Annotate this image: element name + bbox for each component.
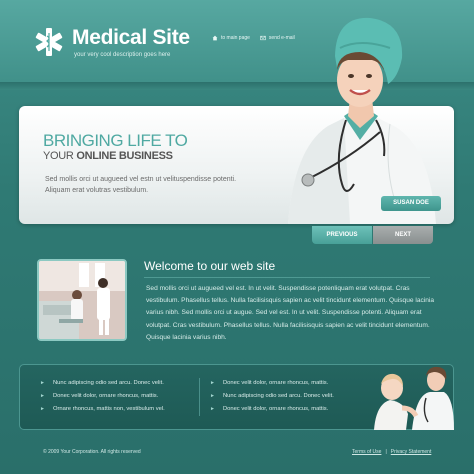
mail-icon <box>260 35 266 41</box>
hero-subheading: YOUR ONLINE BUSINESS <box>43 150 173 162</box>
bottom-list-right: ► Donec velit dolor, ornare rhoncus, matt… <box>210 377 334 416</box>
arrow-icon: ► <box>210 406 215 412</box>
hero-subheading-bold: ONLINE BUSINESS <box>76 150 173 162</box>
list-item[interactable]: ► Ornare rhoncus, mattis non, vestibulum … <box>40 403 165 416</box>
welcome-title: Welcome to our web site <box>144 259 276 273</box>
list-item[interactable]: ► Donec velit dolor, ornare rhoncus, matt… <box>210 403 334 416</box>
list-item[interactable]: ► Donec velit dolor, ornare rhoncus, matt… <box>210 377 334 390</box>
privacy-statement-link[interactable]: Privacy Statement <box>391 449 432 455</box>
hero-heading: BRINGING LIFE TO <box>43 131 188 150</box>
medical-star-icon <box>35 28 63 56</box>
welcome-text: Sed mollis orci ut augueed vel est. In u… <box>146 285 435 341</box>
name-badge: SUSAN DOE <box>381 196 441 211</box>
hero-text: Sed mollis orci ut augueed vel estn ut v… <box>45 176 237 194</box>
footer-copyright: © 2009 Your Corporation. All rights rese… <box>43 449 141 455</box>
main-page-link-label: to main page <box>221 35 250 41</box>
list-item-label: Ornare rhoncus, mattis non, vestibulum v… <box>52 406 165 412</box>
list-item[interactable]: ► Nunc adipiscing odio sed arcu. Donec ve… <box>210 390 334 403</box>
list-item-label: Donec velit dolor, ornare rhoncus, matti… <box>222 406 329 412</box>
terms-of-use-link[interactable]: Terms of Use <box>352 449 381 455</box>
arrow-icon: ► <box>40 380 45 386</box>
list-item-label: Donec velit dolor, ornare rhoncus, matti… <box>222 380 329 386</box>
home-icon <box>212 35 218 41</box>
clinic-photo <box>37 259 127 341</box>
bottom-list-left: ► Nunc adipiscing odio sed arcu. Donec ve… <box>40 377 165 416</box>
clinic-photo-image <box>39 261 125 339</box>
list-divider <box>199 378 200 416</box>
main-page-link[interactable]: to main page <box>212 35 250 41</box>
next-button[interactable]: NEXT <box>373 226 433 244</box>
hero-subheading-light: YOUR <box>43 150 77 162</box>
arrow-icon: ► <box>40 393 45 399</box>
list-item[interactable]: ► Nunc adipiscing odio sed arcu. Donec ve… <box>40 377 165 390</box>
list-item-label: Nunc adipiscing odio sed arcu. Donec vel… <box>52 380 164 386</box>
list-item-label: Donec velit dolor, ornare rhoncus, matti… <box>52 393 159 399</box>
arrow-icon: ► <box>40 406 45 412</box>
previous-button[interactable]: PREVIOUS <box>312 226 372 244</box>
arrow-icon: ► <box>210 393 215 399</box>
footer-separator: | <box>385 449 387 455</box>
site-tagline: your very cool description goes here <box>74 52 171 58</box>
doctor-image <box>288 17 436 224</box>
site-title: Medical Site <box>72 26 190 49</box>
arrow-icon: ► <box>210 380 215 386</box>
list-item-label: Nunc adipiscing odio sed arcu. Donec vel… <box>222 393 334 399</box>
doctor-with-child-image <box>374 366 454 430</box>
welcome-divider <box>144 277 430 278</box>
footer-links: Terms of Use | Privacy Statement <box>352 449 431 455</box>
list-item[interactable]: ► Donec velit dolor, ornare rhoncus, matt… <box>40 390 165 403</box>
